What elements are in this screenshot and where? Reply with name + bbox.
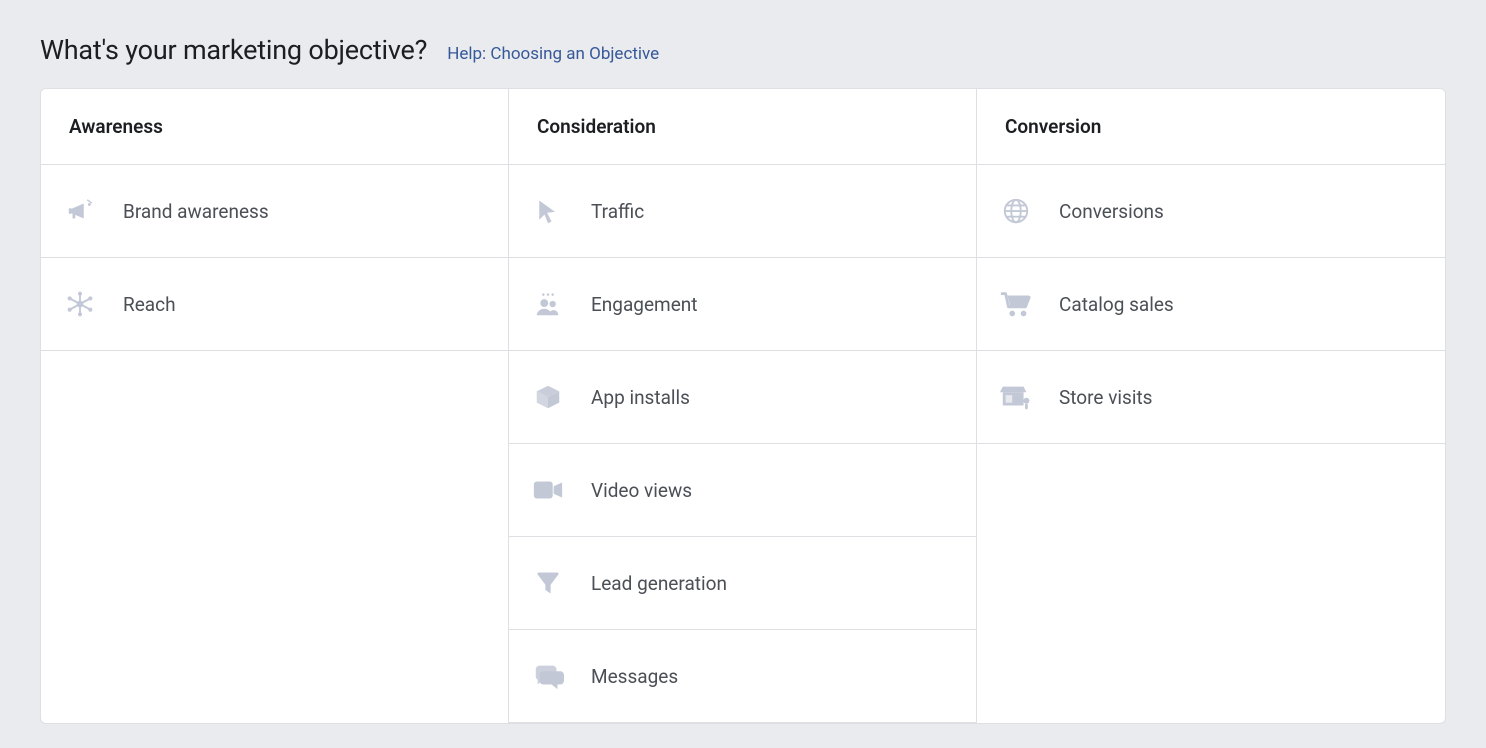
objective-label: App installs (591, 386, 690, 409)
objective-traffic[interactable]: Traffic (509, 165, 976, 258)
objective-label: Store visits (1059, 386, 1152, 409)
objective-label: Catalog sales (1059, 293, 1174, 316)
box-icon (531, 380, 565, 414)
chat-icon (531, 659, 565, 693)
page-title: What's your marketing objective? (40, 34, 427, 66)
funnel-icon (531, 566, 565, 600)
column-header-consideration: Consideration (509, 89, 976, 165)
globe-icon (999, 194, 1033, 228)
objective-messages[interactable]: Messages (509, 630, 976, 723)
help-link[interactable]: Help: Choosing an Objective (447, 44, 659, 64)
column-awareness: Awareness Brand awareness (41, 89, 509, 723)
megaphone-icon (63, 194, 97, 228)
objective-label: Video views (591, 479, 692, 502)
objective-label: Engagement (591, 293, 698, 316)
objective-app-installs[interactable]: App installs (509, 351, 976, 444)
objective-label: Reach (123, 293, 176, 316)
objective-brand-awareness[interactable]: Brand awareness (41, 165, 508, 258)
objective-reach[interactable]: Reach (41, 258, 508, 351)
objective-video-views[interactable]: Video views (509, 444, 976, 537)
objective-store-visits[interactable]: Store visits (977, 351, 1445, 444)
video-icon (531, 473, 565, 507)
objective-catalog-sales[interactable]: Catalog sales (977, 258, 1445, 351)
column-header-conversion: Conversion (977, 89, 1445, 165)
nodes-icon (63, 287, 97, 321)
cart-icon (999, 287, 1033, 321)
objective-label: Traffic (591, 200, 644, 223)
objective-label: Lead generation (591, 572, 727, 595)
column-header-awareness: Awareness (41, 89, 508, 165)
people-icon (531, 287, 565, 321)
column-conversion: Conversion Conversions (977, 89, 1445, 723)
column-consideration: Consideration Traffic (509, 89, 977, 723)
cursor-icon (531, 194, 565, 228)
objective-engagement[interactable]: Engagement (509, 258, 976, 351)
objective-label: Conversions (1059, 200, 1164, 223)
objective-lead-generation[interactable]: Lead generation (509, 537, 976, 630)
objective-conversions[interactable]: Conversions (977, 165, 1445, 258)
store-icon (999, 380, 1033, 414)
objective-label: Messages (591, 665, 678, 688)
objective-board: Awareness Brand awareness (40, 88, 1446, 724)
objective-label: Brand awareness (123, 200, 269, 223)
